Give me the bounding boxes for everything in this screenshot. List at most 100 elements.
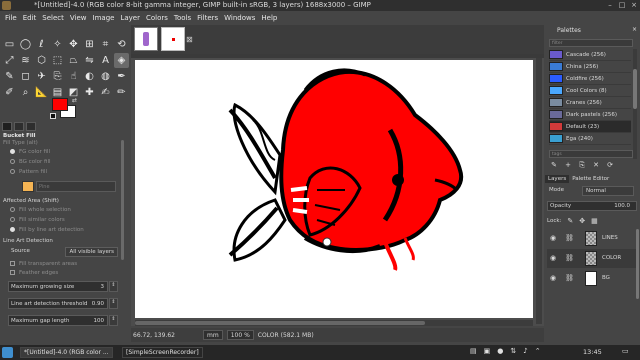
dodge-burn-tool-icon[interactable]: ◐	[82, 69, 97, 84]
palette-item-china[interactable]: China (256)	[549, 61, 631, 73]
chain-link-icon[interactable]: ⛓	[565, 274, 574, 282]
lock-pixels-icon[interactable]: ✎	[567, 217, 573, 225]
lasso-tool-icon[interactable]: ℓ	[34, 37, 49, 52]
move-tool-icon[interactable]: ✥	[66, 37, 81, 52]
network-icon[interactable]: ⇅	[510, 347, 516, 355]
foreground-color-swatch[interactable]	[52, 98, 68, 111]
pattern-swatch[interactable]	[22, 181, 34, 192]
menu-view[interactable]: View	[67, 14, 90, 22]
layer-row[interactable]: ◉ ⛓ LINES	[547, 229, 637, 248]
color-picker-tool-icon[interactable]: ✐	[2, 85, 17, 100]
menu-colors[interactable]: Colors	[143, 14, 171, 22]
zoom-dropdown[interactable]: 100 %	[226, 330, 254, 340]
zoom-tool-icon[interactable]: ⌕	[18, 85, 33, 100]
tab-layers[interactable]: Layers	[545, 174, 570, 183]
device-status-tab[interactable]	[14, 122, 24, 131]
menu-filters[interactable]: Filters	[194, 14, 221, 22]
warp-tool-icon[interactable]: ≋	[18, 53, 33, 68]
palette-item-ega[interactable]: Ega (240)	[549, 133, 631, 145]
menu-windows[interactable]: Windows	[221, 14, 258, 22]
lock-alpha-icon[interactable]: ▦	[591, 217, 598, 225]
visibility-eye-icon[interactable]: ◉	[550, 254, 556, 262]
clone-tool-icon[interactable]: ⎘	[50, 69, 65, 84]
heal-tool-icon[interactable]: ✚	[82, 85, 97, 100]
close-icon[interactable]: ×	[630, 1, 638, 9]
photo-icon[interactable]: ▣	[484, 347, 491, 355]
menu-edit[interactable]: Edit	[20, 14, 40, 22]
max-growing-spinner[interactable]: ⇕	[109, 281, 118, 292]
scroll-thumb[interactable]	[633, 69, 637, 109]
scroll-thumb[interactable]	[135, 321, 425, 325]
palette-search-input[interactable]: filter	[549, 39, 633, 47]
fill-transparent-checkbox[interactable]: Fill transparent areas	[10, 261, 132, 267]
edit-palette-icon[interactable]: ✎	[549, 161, 559, 170]
taskbar-gimp-window[interactable]: *[Untitled]-4.0 (RGB color ...	[20, 347, 113, 358]
rotate-tool-icon[interactable]: ⟲	[114, 37, 129, 52]
menu-file[interactable]: File	[2, 14, 20, 22]
text-tool-icon[interactable]: A	[98, 53, 113, 68]
chain-link-icon[interactable]: ⛓	[565, 234, 574, 242]
ellipse-select-tool-icon[interactable]: ◯	[18, 37, 33, 52]
menu-tools[interactable]: Tools	[171, 14, 194, 22]
scale-tool-icon[interactable]: ⤢	[2, 53, 17, 68]
record-icon[interactable]: ●	[497, 347, 503, 355]
palette-item-default[interactable]: Default (23)	[549, 121, 631, 133]
layer-row[interactable]: ◉ ⛓ BG	[547, 269, 637, 288]
minimize-icon[interactable]: –	[606, 1, 614, 9]
menu-help[interactable]: Help	[258, 14, 280, 22]
tool-options-scrollbar[interactable]	[121, 140, 124, 260]
opacity-slider[interactable]: Opacity 100.0	[547, 201, 637, 211]
palette-tag-filter[interactable]: tags	[549, 150, 633, 158]
close-tab-icon[interactable]: ⊠	[186, 35, 193, 44]
start-menu-icon[interactable]	[2, 347, 13, 358]
maximize-icon[interactable]: □	[618, 1, 626, 9]
airbrush-tool-icon[interactable]: ✈	[34, 69, 49, 84]
smudge-tool-icon[interactable]: ☝	[66, 69, 81, 84]
mode-dropdown[interactable]: Normal	[582, 186, 634, 196]
perspective-tool-icon[interactable]: ⏢	[66, 53, 81, 68]
max-gap-spinner[interactable]: ⇕	[109, 315, 118, 326]
bucket-fill-tool-icon[interactable]: ◈	[114, 53, 129, 68]
flip-tool-icon[interactable]: ⇋	[82, 53, 97, 68]
tab-palette-editor[interactable]: Palette Editor	[569, 175, 612, 183]
palette-item-cool-colors[interactable]: Cool Colors (8)	[549, 85, 631, 97]
tool-options-tab[interactable]	[2, 122, 12, 131]
cage-tool-icon[interactable]: ⬡	[34, 53, 49, 68]
taskbar-recorder-window[interactable]: [SimpleScreenRecorder]	[122, 347, 203, 358]
fuzzy-select-tool-icon[interactable]: ✧	[50, 37, 65, 52]
canvas-vertical-scrollbar[interactable]	[536, 58, 542, 324]
lock-position-icon[interactable]: ✥	[579, 217, 585, 225]
chevron-up-icon[interactable]: ⌃	[535, 347, 541, 355]
max-growing-size-field[interactable]: Maximum growing size 3	[8, 281, 108, 292]
blur-tool-icon[interactable]: ◍	[98, 69, 113, 84]
align-tool-icon[interactable]: ⊞	[82, 37, 97, 52]
max-gap-length-field[interactable]: Maximum gap length 100	[8, 315, 108, 326]
bg-color-fill-option[interactable]: BG color fill	[10, 159, 132, 165]
clipboard-icon[interactable]: ▤	[470, 347, 477, 355]
swap-colors-icon[interactable]: ⇄	[72, 97, 77, 104]
menu-select[interactable]: Select	[39, 14, 67, 22]
duplicate-palette-icon[interactable]: ⎘	[577, 161, 587, 170]
fg-bg-color-selector[interactable]: ⇄	[50, 97, 80, 121]
close-panel-icon[interactable]: ×	[632, 26, 637, 33]
image-tab-1[interactable]	[134, 27, 158, 51]
ink-tool-icon[interactable]: ✍	[98, 85, 113, 100]
eraser-tool-icon[interactable]: ◻	[18, 69, 33, 84]
palette-item-coldfire[interactable]: Coldfire (256)	[549, 73, 631, 85]
palette-item-cascade[interactable]: Cascade (256)	[549, 49, 631, 61]
threshold-spinner[interactable]: ⇕	[109, 298, 118, 309]
new-palette-icon[interactable]: +	[563, 161, 573, 170]
image-tab-2[interactable]	[161, 27, 185, 51]
delete-palette-icon[interactable]: ✕	[591, 161, 601, 170]
fill-similar-colors-option[interactable]: Fill similar colors	[10, 217, 132, 223]
fg-color-fill-option[interactable]: FG color fill	[10, 149, 132, 155]
layer-row[interactable]: ◉ ⛓ COLOR	[547, 249, 637, 268]
source-dropdown[interactable]: All visible layers	[65, 247, 118, 257]
mypaint-brush-tool-icon[interactable]: ✏	[114, 85, 129, 100]
crop-tool-icon[interactable]: ⌗	[98, 37, 113, 52]
menu-image[interactable]: Image	[90, 14, 118, 22]
reset-colors-icon[interactable]	[50, 113, 56, 119]
measure-tool-icon[interactable]: 📐	[34, 85, 49, 100]
palette-item-dark-pastels[interactable]: Dark pastels (256)	[549, 109, 631, 121]
layers-scrollbar[interactable]	[636, 229, 639, 299]
